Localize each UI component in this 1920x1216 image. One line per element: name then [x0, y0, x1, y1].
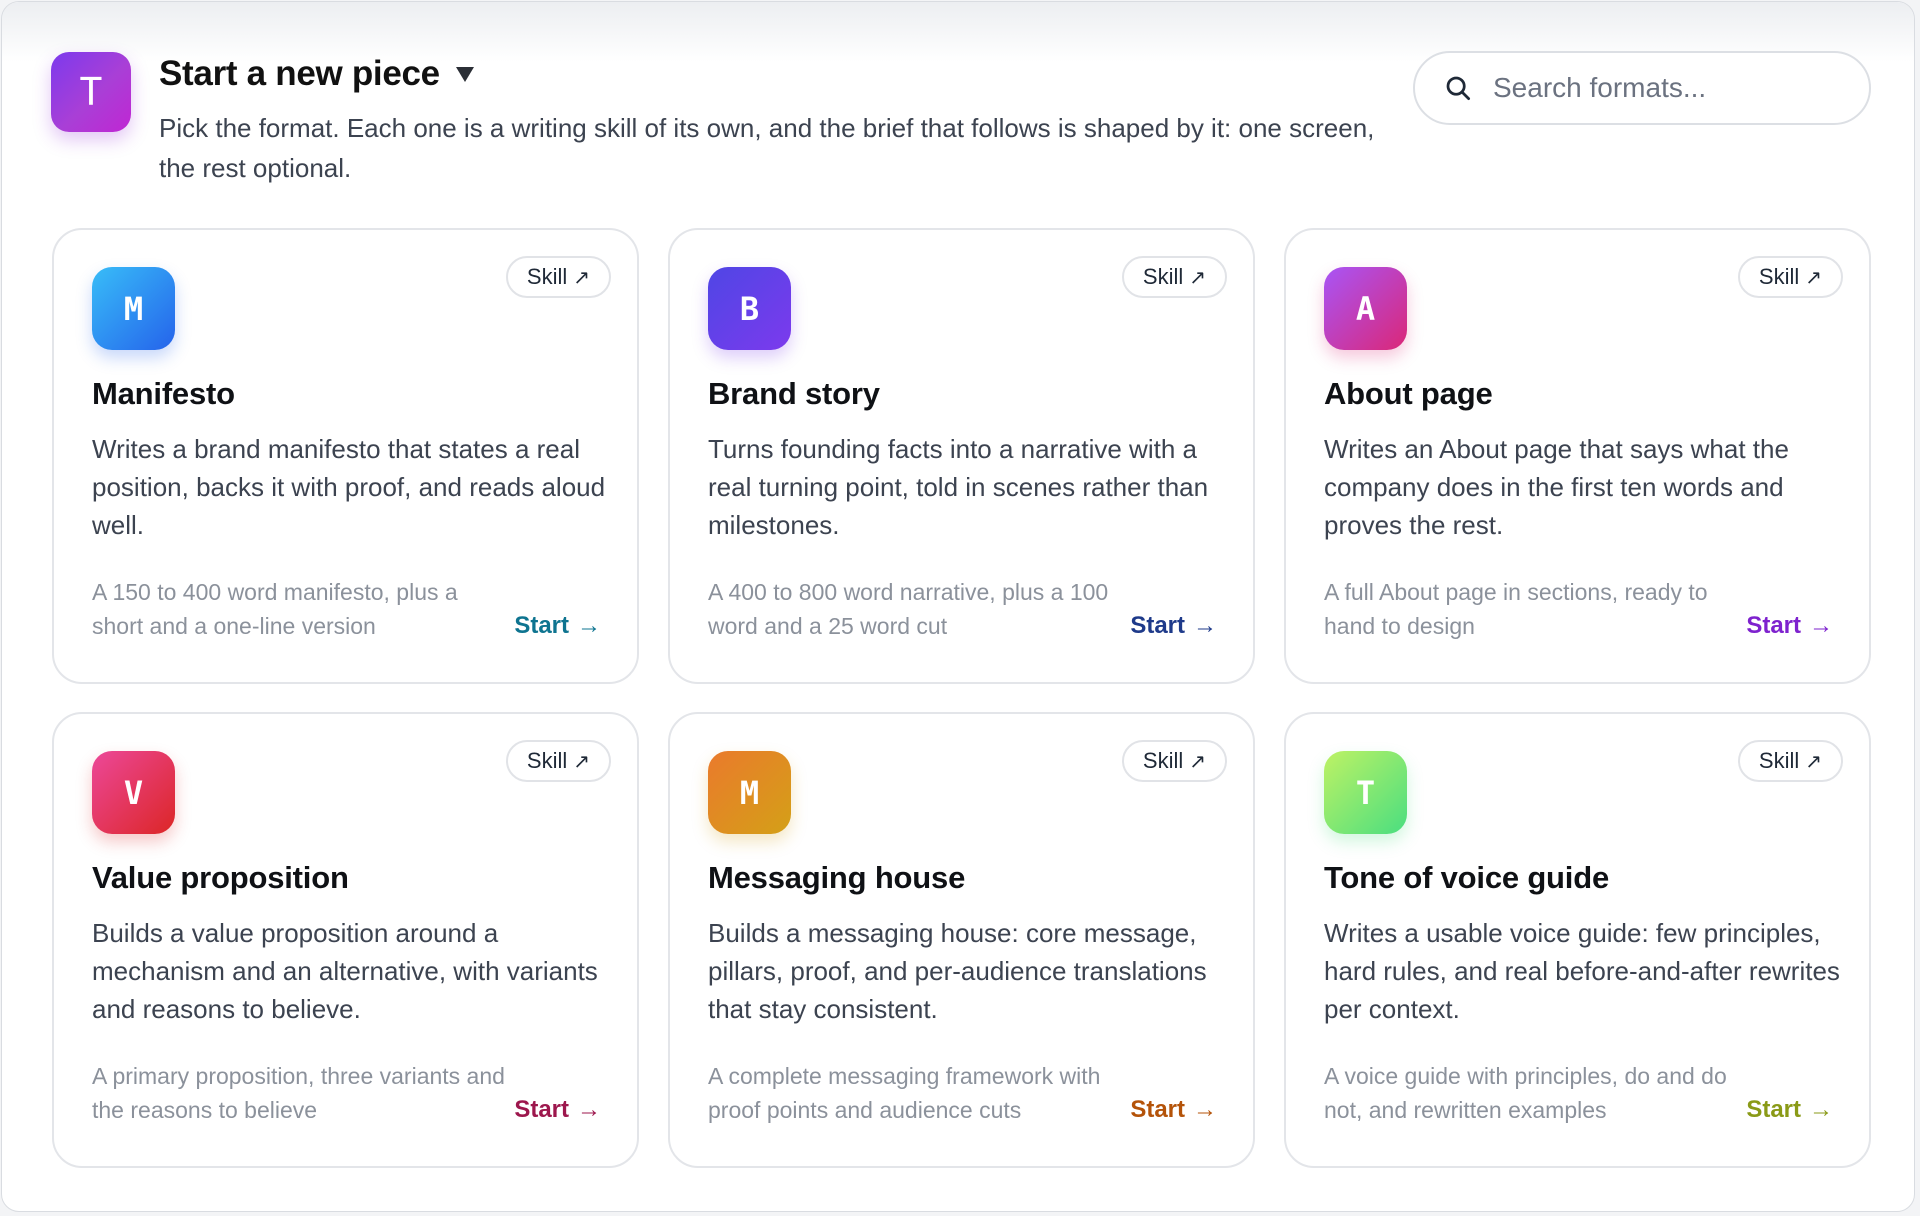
format-icon: T	[1324, 751, 1407, 834]
external-arrow-icon: ↗	[1805, 750, 1822, 773]
arrow-right-icon: →	[1193, 612, 1217, 639]
format-icon-letter: M	[739, 773, 760, 812]
skill-label: Skill	[1758, 264, 1800, 289]
arrow-right-icon: →	[1809, 1096, 1833, 1123]
start-label: Start	[1130, 612, 1185, 639]
format-card-about-page[interactable]: A Skill ↗ About page Writes an About pag…	[1284, 228, 1871, 684]
format-card-messaging-house[interactable]: M Skill ↗ Messaging house Builds a messa…	[668, 712, 1255, 1168]
caret-down-icon[interactable]	[455, 66, 474, 82]
format-card-manifesto[interactable]: M Skill ↗ Manifesto Writes a brand manif…	[52, 228, 639, 684]
format-icon-letter: B	[739, 289, 760, 328]
format-icon: B	[708, 267, 791, 350]
skill-link[interactable]: Skill ↗	[1121, 740, 1227, 782]
format-title: Brand story	[708, 376, 880, 411]
format-card-brand-story[interactable]: B Skill ↗ Brand story Turns founding fac…	[668, 228, 1255, 684]
arrow-right-icon: →	[577, 1096, 601, 1123]
start-label: Start	[514, 612, 569, 639]
format-description: Builds a messaging house: core message, …	[708, 918, 1207, 1024]
format-icon-letter: T	[1355, 773, 1376, 812]
start-button[interactable]: Start →	[514, 1096, 601, 1124]
format-title: Tone of voice guide	[1324, 860, 1609, 895]
format-output: A primary proposition, three variants an…	[92, 1063, 505, 1123]
format-title: Manifesto	[92, 376, 235, 411]
arrow-right-icon: →	[1809, 612, 1833, 639]
search-input[interactable]	[1491, 71, 1835, 105]
format-output: A 150 to 400 word manifesto, plus a shor…	[92, 579, 458, 639]
start-label: Start	[1746, 1096, 1801, 1123]
format-description: Turns founding facts into a narrative wi…	[708, 434, 1209, 540]
format-icon-letter: V	[123, 773, 144, 812]
page-subtitle: Pick the format. Each one is a writing s…	[159, 113, 1375, 183]
format-output: A complete messaging framework with proo…	[708, 1063, 1101, 1123]
skill-label: Skill	[1142, 748, 1184, 773]
start-button[interactable]: Start →	[514, 612, 601, 640]
skill-label: Skill	[526, 748, 568, 773]
format-icon: V	[92, 751, 175, 834]
skill-link[interactable]: Skill ↗	[1737, 740, 1843, 782]
start-label: Start	[514, 1096, 569, 1123]
app-logo: T	[51, 52, 131, 132]
format-title: Messaging house	[708, 860, 966, 895]
start-label: Start	[1130, 1096, 1185, 1123]
skill-label: Skill	[526, 264, 568, 289]
format-card-value-proposition[interactable]: V Skill ↗ Value proposition Builds a val…	[52, 712, 639, 1168]
header-title-row: Start a new piece	[159, 54, 474, 94]
start-label: Start	[1746, 612, 1801, 639]
format-icon: M	[708, 751, 791, 834]
skill-link[interactable]: Skill ↗	[505, 256, 611, 298]
skill-label: Skill	[1758, 748, 1800, 773]
start-button[interactable]: Start →	[1746, 1096, 1833, 1124]
external-arrow-icon: ↗	[1805, 266, 1822, 289]
start-button[interactable]: Start →	[1130, 1096, 1217, 1124]
search-icon	[1446, 76, 1470, 100]
format-picker-panel: T Start a new piece Pick the format. Eac…	[1, 1, 1915, 1212]
skill-link[interactable]: Skill ↗	[505, 740, 611, 782]
skill-link[interactable]: Skill ↗	[1121, 256, 1227, 298]
skill-label: Skill	[1142, 264, 1184, 289]
format-description: Writes a brand manifesto that states a r…	[92, 434, 606, 540]
format-output: A full About page in sections, ready to …	[1324, 579, 1708, 639]
format-title: Value proposition	[92, 860, 349, 895]
skill-link[interactable]: Skill ↗	[1737, 256, 1843, 298]
search-box[interactable]	[1413, 51, 1871, 125]
app-logo-letter: T	[79, 70, 103, 114]
format-title: About page	[1324, 376, 1493, 411]
external-arrow-icon: ↗	[573, 266, 590, 289]
start-button[interactable]: Start →	[1130, 612, 1217, 640]
format-output: A voice guide with principles, do and do…	[1324, 1063, 1727, 1123]
format-description: Writes an About page that says what the …	[1324, 434, 1789, 540]
arrow-right-icon: →	[1193, 1096, 1217, 1123]
format-output: A 400 to 800 word narrative, plus a 100 …	[708, 579, 1109, 639]
format-icon: M	[92, 267, 175, 350]
arrow-right-icon: →	[577, 612, 601, 639]
external-arrow-icon: ↗	[573, 750, 590, 773]
format-icon-letter: M	[123, 289, 144, 328]
start-button[interactable]: Start →	[1746, 612, 1833, 640]
format-description: Writes a usable voice guide: few princip…	[1324, 918, 1840, 1024]
format-description: Builds a value proposition around a mech…	[92, 918, 598, 1024]
external-arrow-icon: ↗	[1189, 750, 1206, 773]
external-arrow-icon: ↗	[1189, 266, 1206, 289]
format-icon: A	[1324, 267, 1407, 350]
format-icon-letter: A	[1355, 289, 1376, 328]
format-card-tone-of-voice-guide[interactable]: T Skill ↗ Tone of voice guide Writes a u…	[1284, 712, 1871, 1168]
page-title[interactable]: Start a new piece	[159, 54, 440, 94]
